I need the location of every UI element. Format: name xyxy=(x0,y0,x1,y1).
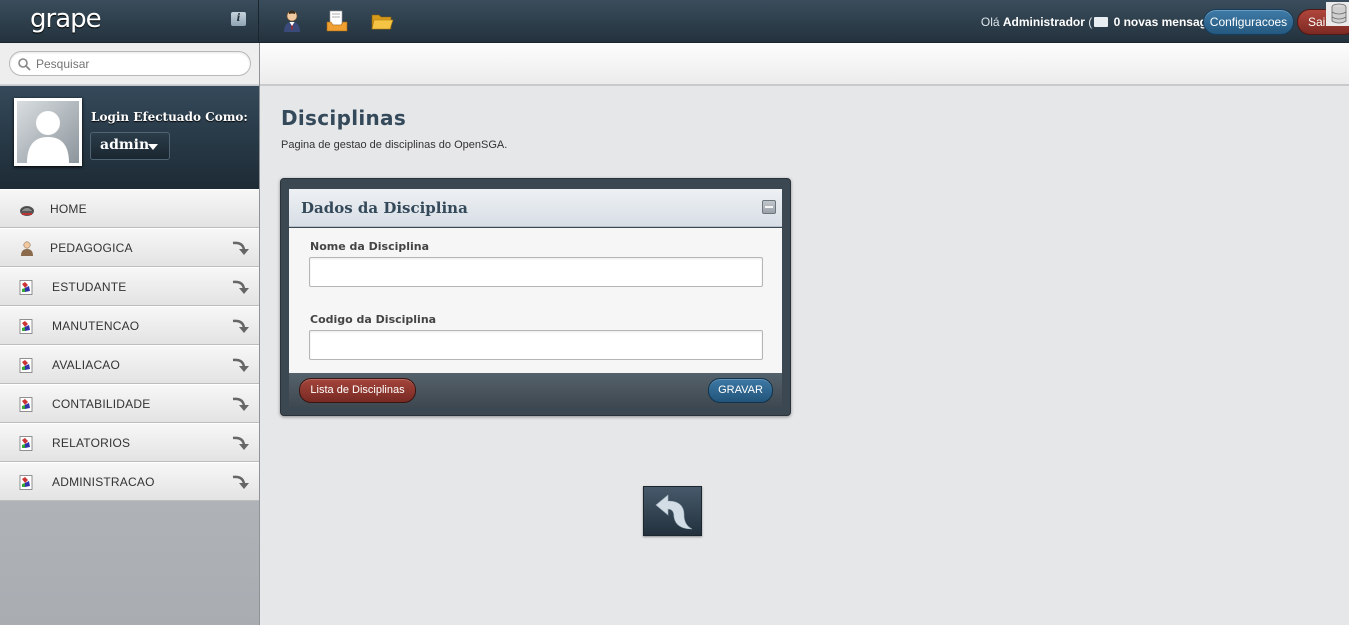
default-avatar-icon xyxy=(27,111,69,163)
broken-image-icon xyxy=(19,436,33,451)
app-logo[interactable]: grape xyxy=(30,4,102,34)
sidebar-item-relatorios[interactable]: RELATORIOS xyxy=(0,423,259,462)
return-arrow-icon xyxy=(655,494,693,530)
chevron-turn-icon xyxy=(232,280,249,294)
broken-image-icon xyxy=(19,280,33,295)
greeting-prefix: Olá xyxy=(980,15,1000,29)
list-disciplines-button[interactable]: Lista de Disciplinas xyxy=(299,378,416,403)
name-field-label: Nome da Disciplina xyxy=(310,240,430,253)
sidebar-item-label: CONTABILIDADE xyxy=(52,397,151,411)
caret-down-icon xyxy=(148,144,158,150)
page-title: Disciplinas xyxy=(281,106,407,130)
collapse-icon[interactable] xyxy=(762,200,776,214)
content-toolbar xyxy=(260,43,1349,86)
username: admin xyxy=(100,137,150,153)
chevron-turn-icon xyxy=(232,241,249,255)
chevron-turn-icon xyxy=(232,319,249,333)
sidebar-item-administracao[interactable]: ADMINISTRACAO xyxy=(0,462,259,501)
chevron-turn-icon xyxy=(232,475,249,489)
sidebar-item-label: ADMINISTRACAO xyxy=(52,475,155,489)
sidebar-item-avaliacao[interactable]: AVALIACAO xyxy=(0,345,259,384)
main-menu: HOME PEDAGOGICA ESTUDANTE MANUTENCAO AVA… xyxy=(0,189,259,501)
sidebar-item-estudante[interactable]: ESTUDANTE xyxy=(0,267,259,306)
code-field-label: Codigo da Disciplina xyxy=(310,313,437,326)
avatar xyxy=(14,98,82,166)
search-area xyxy=(0,43,259,85)
broken-image-icon xyxy=(19,358,33,373)
broken-image-icon xyxy=(19,397,33,412)
broken-image-icon xyxy=(19,475,33,490)
mail-icon xyxy=(1094,17,1109,27)
back-button[interactable] xyxy=(643,486,702,536)
chevron-turn-icon xyxy=(232,436,249,450)
chevron-turn-icon xyxy=(232,397,249,411)
database-icon[interactable] xyxy=(1326,2,1349,26)
sidebar-item-manutencao[interactable]: MANUTENCAO xyxy=(0,306,259,345)
logo-area: grape i xyxy=(0,0,259,43)
user-dropdown[interactable]: admin xyxy=(90,132,170,160)
chevron-turn-icon xyxy=(232,358,249,372)
page-subtitle: Pagina de gestao de disciplinas do OpenS… xyxy=(281,139,508,151)
sidebar-item-label: AVALIACAO xyxy=(52,358,121,372)
discipline-form-panel: Dados da Disciplina Nome da Disciplina C… xyxy=(280,178,791,416)
login-label: Login Efectuado Como: xyxy=(91,110,248,124)
user-icon[interactable] xyxy=(280,9,304,33)
sidebar-item-home[interactable]: HOME xyxy=(0,189,259,228)
sidebar-item-pedagogica[interactable]: PEDAGOGICA xyxy=(0,228,259,267)
sidebar-item-label: HOME xyxy=(50,202,87,216)
save-button[interactable]: GRAVAR xyxy=(708,378,773,403)
folder-icon[interactable] xyxy=(370,9,394,33)
search-input[interactable] xyxy=(36,55,246,72)
top-bar: grape i Olá Administrador ( 0 novas mens… xyxy=(0,0,1349,43)
sidebar-item-label: MANUTENCAO xyxy=(52,319,140,333)
search-box[interactable] xyxy=(9,51,251,76)
discipline-code-input[interactable] xyxy=(309,330,763,360)
paren-open: ( xyxy=(1088,15,1093,29)
panel-body: Nome da Disciplina Codigo da Disciplina xyxy=(289,228,782,373)
discipline-name-input[interactable] xyxy=(309,257,763,287)
sidebar: Login Efectuado Como: admin HOME PEDAGOG… xyxy=(0,43,260,625)
user-panel: Login Efectuado Como: admin xyxy=(0,86,259,189)
user-name: Administrador xyxy=(1002,15,1085,29)
panel-title: Dados da Disciplina xyxy=(301,199,468,217)
inbox-icon[interactable] xyxy=(325,9,349,33)
user-greeting: Olá Administrador ( 0 novas mensagens ) xyxy=(981,15,1235,29)
panel-header: Dados da Disciplina xyxy=(289,189,782,227)
broken-image-icon xyxy=(19,319,33,334)
search-icon xyxy=(18,58,31,71)
user-icon xyxy=(21,241,33,256)
settings-button[interactable]: Configuracoes xyxy=(1203,9,1294,35)
panel-footer: Lista de Disciplinas GRAVAR xyxy=(289,373,782,407)
sidebar-item-label: ESTUDANTE xyxy=(52,280,127,294)
sidebar-item-label: PEDAGOGICA xyxy=(50,241,133,255)
sidebar-item-label: RELATORIOS xyxy=(52,436,131,450)
home-icon xyxy=(20,206,34,216)
info-icon[interactable]: i xyxy=(231,12,246,26)
sidebar-item-contabilidade[interactable]: CONTABILIDADE xyxy=(0,384,259,423)
